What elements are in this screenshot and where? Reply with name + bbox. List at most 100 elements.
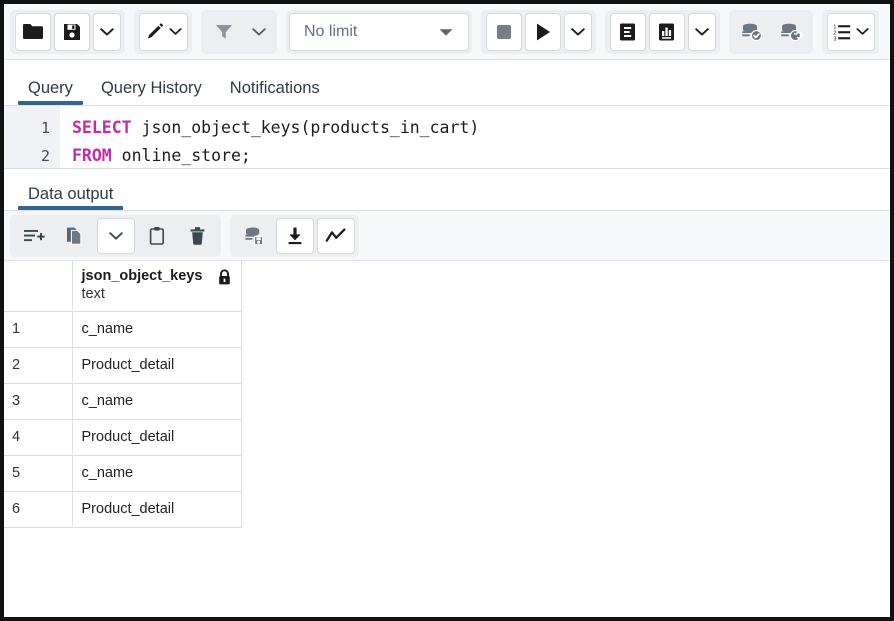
filter-button-group [201, 9, 277, 54]
macros-button[interactable]: 1 2 3 [826, 12, 875, 51]
chevron-down-icon [570, 27, 585, 37]
table-row[interactable]: 6 Product_detail [4, 491, 242, 528]
edit-button[interactable] [138, 12, 188, 51]
line-number: 2 [40, 147, 50, 165]
download-results-button[interactable] [275, 217, 314, 254]
tab-query-history[interactable]: Query History [87, 78, 216, 106]
sql-keyword: SELECT [72, 118, 132, 137]
query-tool-toolbar: No limit 1 2 3 [4, 4, 890, 60]
output-tabbar: Data output [4, 169, 890, 211]
explain-analyze-button[interactable] [648, 12, 685, 51]
cell-json-object-keys[interactable]: c_name [72, 455, 242, 492]
chevron-down-icon [438, 27, 454, 37]
explain-dropdown[interactable] [687, 12, 716, 51]
cell-json-object-keys[interactable]: c_name [72, 311, 242, 348]
column-name: json_object_keys [81, 268, 203, 285]
ordered-list-icon: 1 2 3 [833, 22, 855, 42]
save-icon [62, 22, 82, 42]
copy-dropdown[interactable] [96, 217, 135, 254]
svg-text:1: 1 [833, 24, 836, 30]
folder-icon [22, 22, 44, 42]
add-row-button[interactable] [15, 218, 53, 254]
sql-keyword: FROM [72, 146, 112, 165]
tab-notifications-label: Notifications [229, 78, 320, 97]
save-file-button[interactable] [53, 12, 90, 51]
tab-query-label: Query [28, 78, 73, 97]
explain-e-icon [618, 22, 637, 42]
editor-code-area[interactable]: SELECT json_object_keys(products_in_cart… [60, 106, 890, 168]
database-check-icon [740, 22, 764, 42]
save-data-changes-button[interactable] [235, 218, 273, 254]
filter-dropdown[interactable] [245, 13, 273, 51]
grid-header-row: json_object_keys text [4, 261, 242, 312]
chevron-down-icon [99, 27, 114, 37]
tab-query[interactable]: Query [14, 78, 87, 106]
sql-text: json_object_keys(products_in_cart) [131, 118, 480, 137]
table-row[interactable]: 4 Product_detail [4, 419, 242, 456]
copy-button[interactable] [56, 218, 94, 254]
tab-notifications[interactable]: Notifications [216, 78, 334, 106]
chevron-down-icon [855, 27, 869, 36]
code-line: SELECT json_object_keys(products_in_cart… [72, 114, 890, 142]
row-number-header[interactable] [4, 261, 73, 312]
query-tool-tabbar: Query Query History Notifications [4, 60, 890, 106]
row-number: 5 [4, 455, 73, 492]
execute-query-button[interactable] [524, 12, 561, 51]
execute-dropdown[interactable] [563, 12, 592, 51]
execute-button-group [481, 9, 596, 54]
row-limit-group: No limit [286, 9, 472, 54]
row-limit-value: No limit [304, 22, 358, 40]
results-save-group [230, 214, 359, 257]
row-number: 2 [4, 347, 73, 384]
chevron-down-icon [694, 27, 709, 37]
cell-json-object-keys[interactable]: Product_detail [72, 347, 242, 384]
edit-button-group [134, 9, 192, 54]
row-number: 1 [4, 311, 73, 348]
commit-button[interactable] [734, 13, 770, 51]
database-save-icon [243, 226, 265, 246]
row-limit-select[interactable]: No limit [289, 12, 469, 51]
tab-data-output[interactable]: Data output [14, 184, 127, 211]
cell-json-object-keys[interactable]: c_name [72, 383, 242, 420]
table-row[interactable]: 3 c_name [4, 383, 242, 420]
column-type: text [81, 286, 105, 303]
tab-data-output-label: Data output [28, 184, 114, 203]
row-number: 3 [4, 383, 73, 420]
delete-row-button[interactable] [179, 218, 217, 254]
play-icon [534, 22, 552, 42]
table-row[interactable]: 2 Product_detail [4, 347, 242, 384]
chevron-down-icon [251, 27, 266, 37]
paste-clipboard-icon [148, 226, 166, 246]
trash-icon [189, 226, 206, 246]
sql-editor[interactable]: 1 2 SELECT json_object_keys(products_in_… [4, 106, 890, 169]
table-row[interactable]: 1 c_name [4, 311, 242, 348]
column-header-json-object-keys[interactable]: json_object_keys text [72, 261, 242, 312]
row-number: 4 [4, 419, 73, 456]
cell-json-object-keys[interactable]: Product_detail [72, 491, 242, 528]
table-row[interactable]: 5 c_name [4, 455, 242, 492]
macros-button-group: 1 2 3 [822, 9, 879, 54]
open-file-button[interactable] [14, 12, 51, 51]
file-button-group [10, 9, 125, 54]
svg-text:3: 3 [833, 36, 836, 41]
pgadmin-query-tool: No limit 1 2 3 Query Query History Notif… [0, 0, 894, 621]
database-undo-icon [779, 22, 803, 42]
results-grid-container[interactable]: json_object_keys text 1 c_name 2 Product… [4, 261, 890, 617]
cell-json-object-keys[interactable]: Product_detail [72, 419, 242, 456]
chevron-down-icon [168, 27, 182, 36]
explain-button[interactable] [609, 12, 646, 51]
save-file-dropdown[interactable] [92, 12, 121, 51]
stop-query-button[interactable] [485, 12, 522, 51]
results-grid-body: 1 c_name 2 Product_detail 3 c_name 4 Pro… [4, 311, 242, 528]
explain-button-group [605, 9, 720, 54]
add-row-icon [23, 227, 45, 245]
filter-icon [214, 22, 234, 42]
filter-button[interactable] [206, 13, 242, 51]
paste-button[interactable] [138, 218, 176, 254]
rollback-button[interactable] [773, 13, 809, 51]
tab-query-history-label: Query History [100, 78, 202, 97]
code-line: FROM online_store; [72, 142, 890, 170]
transaction-button-group [729, 9, 813, 54]
graph-visualiser-button[interactable] [316, 217, 355, 254]
results-grid-head: json_object_keys text [4, 261, 242, 312]
